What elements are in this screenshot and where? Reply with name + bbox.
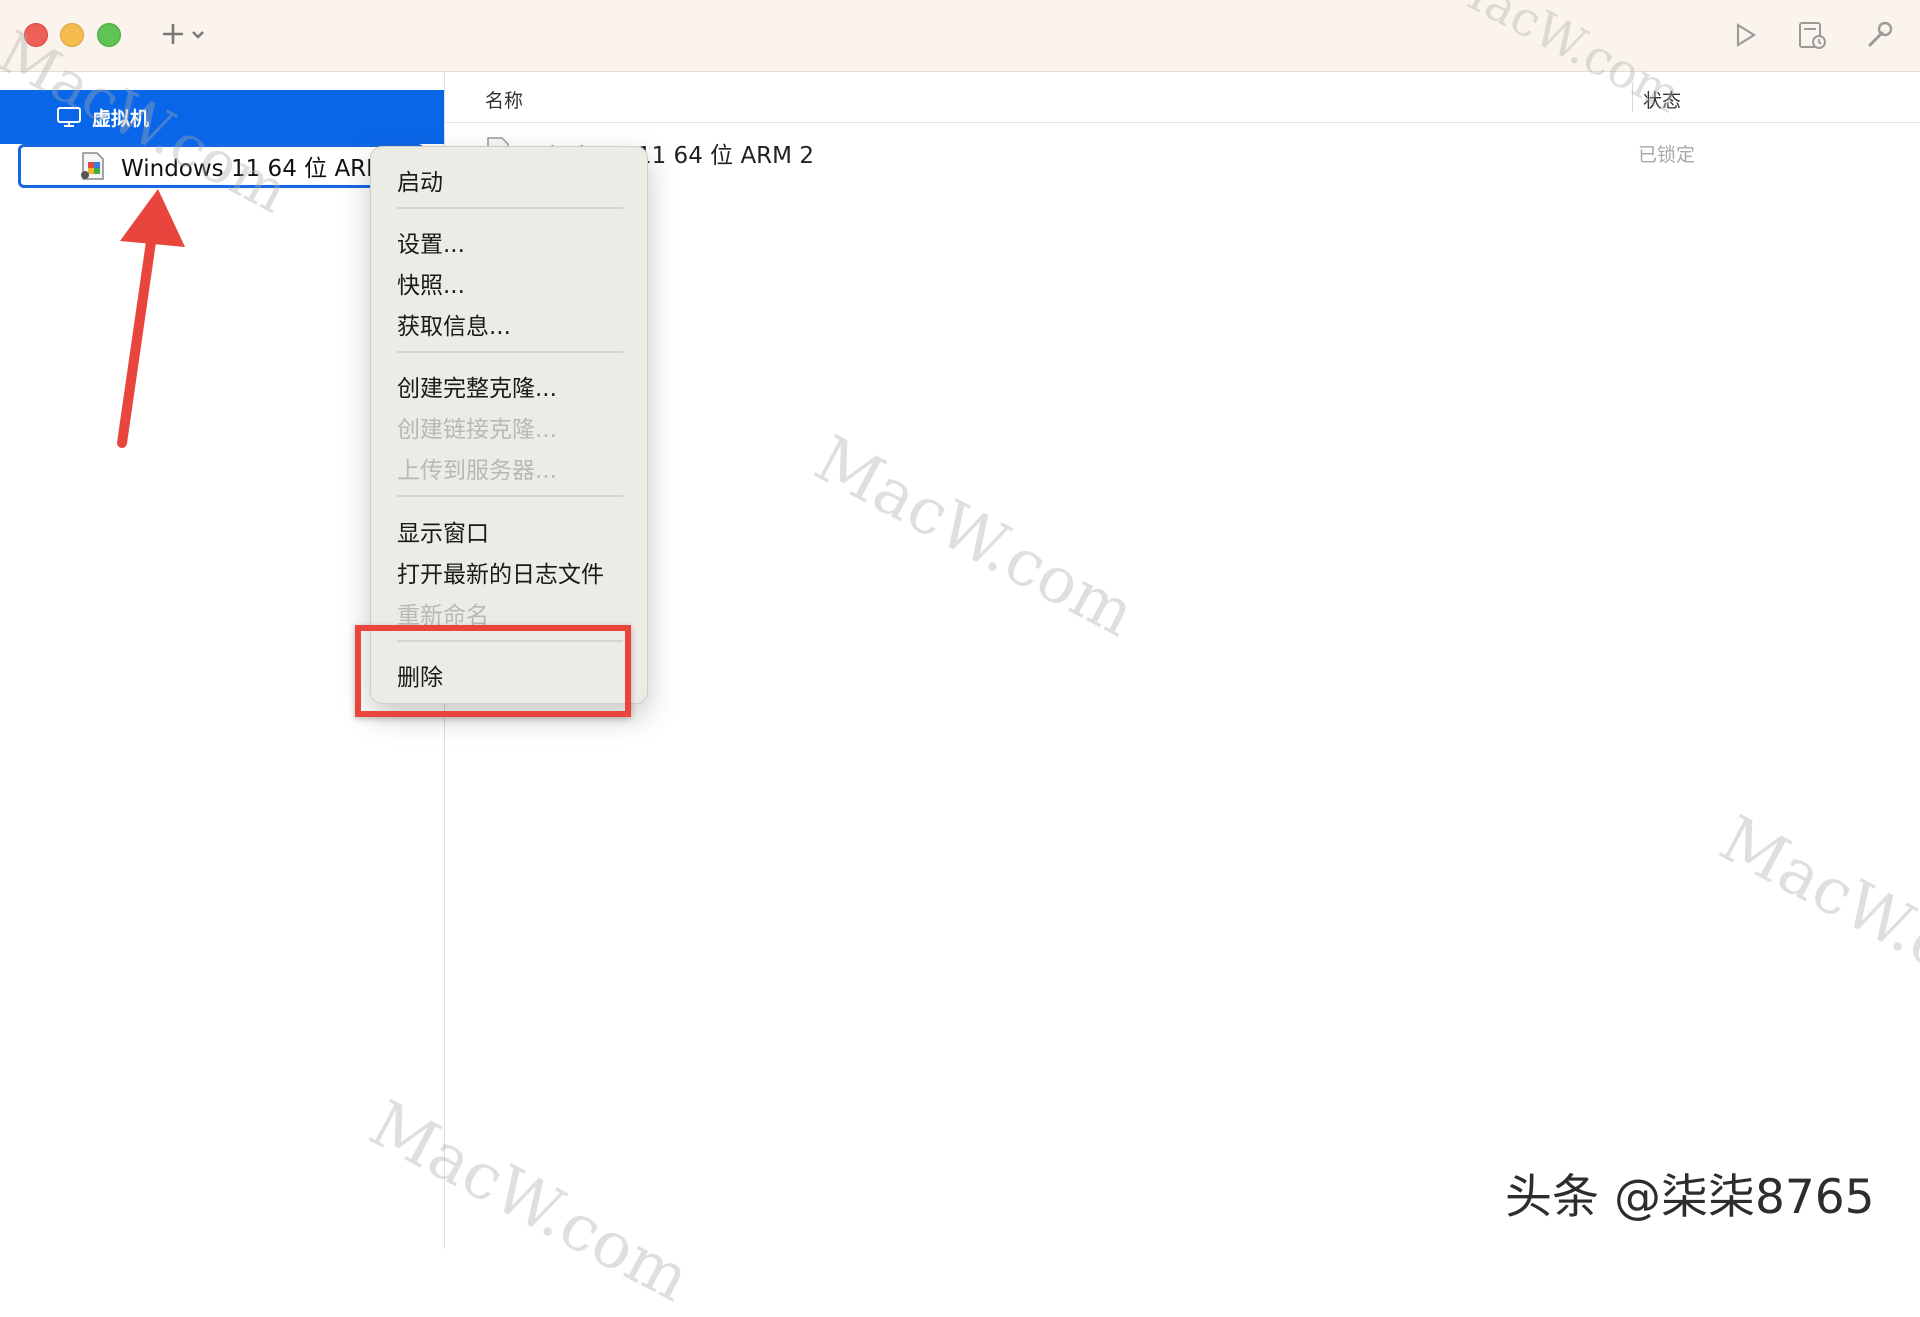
play-icon <box>1736 23 1757 47</box>
menu-item-open-latest-log[interactable]: 打开最新的日志文件 <box>397 555 604 589</box>
row-vm-status: 已锁定 <box>1638 144 1696 166</box>
menu-item-snapshots[interactable]: 快照... <box>397 266 465 300</box>
zoom-window-button[interactable] <box>97 23 121 47</box>
annotation-arrow-icon <box>117 189 185 448</box>
context-menu: 启动 设置... 快照... 获取信息... 创建完整克隆... 创建链接克隆.… <box>370 146 648 704</box>
menu-item-show-window[interactable]: 显示窗口 <box>397 514 489 548</box>
author-credit: 头条 @柒柒8765 <box>1505 1170 1875 1225</box>
menu-separator <box>397 207 623 209</box>
menu-item-start[interactable]: 启动 <box>397 163 443 197</box>
settings-button[interactable] <box>1862 18 1896 52</box>
vmware-fusion-library-window: 虚拟机 Windows 11 64 位 ARM 2 名称 状态 Windows … <box>0 0 1920 1317</box>
snapshot-icon <box>1799 22 1826 49</box>
snapshots-button[interactable] <box>1795 18 1829 52</box>
plus-chevron-icon <box>163 24 204 44</box>
menu-separator <box>397 495 623 497</box>
list-header: 名称 状态 <box>445 72 1920 123</box>
wrench-icon <box>1868 21 1893 47</box>
vm-file-icon <box>81 152 104 180</box>
watermark: MacW.com <box>803 422 1147 652</box>
menu-item-upload-to-server: 上传到服务器... <box>397 458 557 484</box>
table-row[interactable]: Windows 11 64 位 ARM 2 已锁定 <box>445 130 1920 174</box>
menu-item-linked-clone: 创建链接克隆... <box>397 417 557 443</box>
column-header-name[interactable]: 名称 <box>485 86 523 113</box>
menu-item-full-clone[interactable]: 创建完整克隆... <box>397 369 557 403</box>
annotation-highlight-box <box>355 625 631 717</box>
menu-item-get-info[interactable]: 获取信息... <box>397 307 511 341</box>
menu-separator <box>397 351 623 353</box>
watermark: MacW.com <box>1708 802 1920 1032</box>
add-vm-button[interactable] <box>160 16 210 52</box>
menu-item-settings[interactable]: 设置... <box>397 225 465 259</box>
start-vm-button[interactable] <box>1728 18 1762 52</box>
